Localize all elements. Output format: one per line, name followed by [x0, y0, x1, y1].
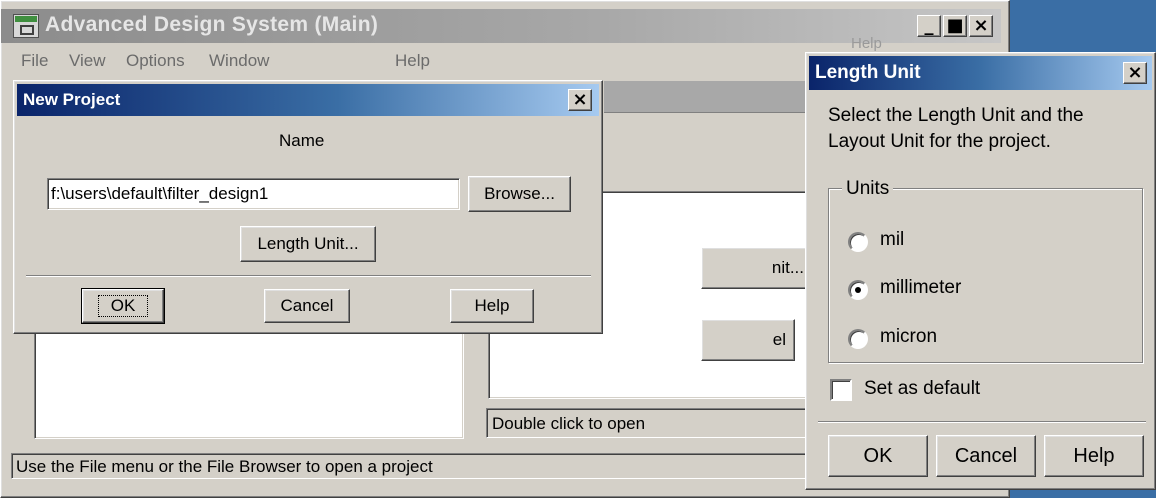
- new-project-cancel-label: Cancel: [280, 296, 334, 315]
- length-unit-help-label: Help: [1073, 444, 1115, 467]
- length-unit-label: Length Unit...: [257, 234, 359, 253]
- length-unit-cancel-button[interactable]: Cancel: [936, 435, 1036, 477]
- browse-button[interactable]: Browse...: [468, 176, 571, 212]
- new-project-divider: [26, 275, 591, 277]
- menu-view[interactable]: View: [69, 51, 106, 71]
- length-unit-cancel-label: Cancel: [954, 444, 1018, 467]
- length-unit-ok-label: OK: [863, 444, 893, 467]
- length-unit-help-button[interactable]: Help: [1044, 435, 1144, 477]
- menu-window[interactable]: Window: [209, 51, 269, 71]
- set-default-label: Set as default: [864, 378, 981, 399]
- bg-length-unit-button[interactable]: nit...: [701, 247, 811, 289]
- minimize-icon[interactable]: _: [917, 15, 941, 37]
- units-group-label: Units: [842, 178, 894, 200]
- new-project-ok-button[interactable]: OK: [81, 288, 165, 324]
- file-browser-pane[interactable]: [34, 331, 464, 439]
- bg-cancel-button[interactable]: el: [701, 319, 795, 361]
- status-text: Use the File menu or the File Browser to…: [16, 457, 433, 476]
- menu-help[interactable]: Help: [395, 51, 430, 71]
- new-project-help-button[interactable]: Help: [450, 289, 534, 323]
- units-group: [828, 188, 1143, 363]
- length-unit-title-bar: Length Unit ×: [809, 56, 1152, 90]
- bg-cancel-label: el: [772, 330, 786, 349]
- new-project-title: New Project: [23, 90, 121, 109]
- project-name-field[interactable]: f:\users\default\filter_design1: [47, 178, 460, 210]
- maximize-icon[interactable]: ■: [943, 15, 967, 37]
- length-unit-divider: [818, 421, 1146, 423]
- new-project-ok-label: OK: [97, 295, 149, 317]
- new-project-title-bar: New Project ×: [17, 84, 599, 116]
- browse-label: Browse...: [484, 184, 555, 203]
- length-unit-close-icon[interactable]: ×: [1123, 62, 1147, 84]
- menu-help-behind: Help: [851, 35, 882, 52]
- bg-length-unit-label: nit...: [771, 258, 804, 277]
- project-name-value: f:\users\default\filter_design1: [51, 184, 269, 203]
- radio-mil-label: mil: [880, 229, 905, 250]
- length-unit-button[interactable]: Length Unit...: [240, 226, 376, 262]
- length-unit-ok-button[interactable]: OK: [828, 435, 928, 477]
- new-project-close-icon[interactable]: ×: [568, 89, 592, 111]
- menu-options[interactable]: Options: [126, 51, 185, 71]
- radio-mil[interactable]: [848, 232, 868, 252]
- ads-app-icon: [13, 14, 39, 38]
- radio-millimeter-label: millimeter: [880, 277, 962, 298]
- name-label: Name: [279, 131, 325, 150]
- new-project-cancel-button[interactable]: Cancel: [264, 289, 350, 323]
- close-icon[interactable]: ×: [969, 15, 993, 37]
- open-hint-box: Double click to open: [486, 408, 816, 438]
- set-default-checkbox[interactable]: [830, 379, 852, 401]
- radio-micron-label: micron: [880, 326, 938, 347]
- main-window-title: Advanced Design System (Main): [45, 13, 379, 36]
- open-hint-text: Double click to open: [492, 414, 646, 433]
- radio-micron[interactable]: [848, 329, 868, 349]
- new-project-help-label: Help: [474, 296, 510, 315]
- length-unit-title: Length Unit: [815, 62, 921, 83]
- new-project-dialog: New Project × Name f:\users\default\filt…: [13, 80, 603, 334]
- menu-file[interactable]: File: [21, 51, 48, 71]
- radio-millimeter[interactable]: [848, 280, 868, 300]
- length-unit-description: Select the Length Unit and the Layout Un…: [828, 105, 1084, 152]
- length-unit-dialog: Length Unit × Select the Length Unit and…: [805, 52, 1156, 490]
